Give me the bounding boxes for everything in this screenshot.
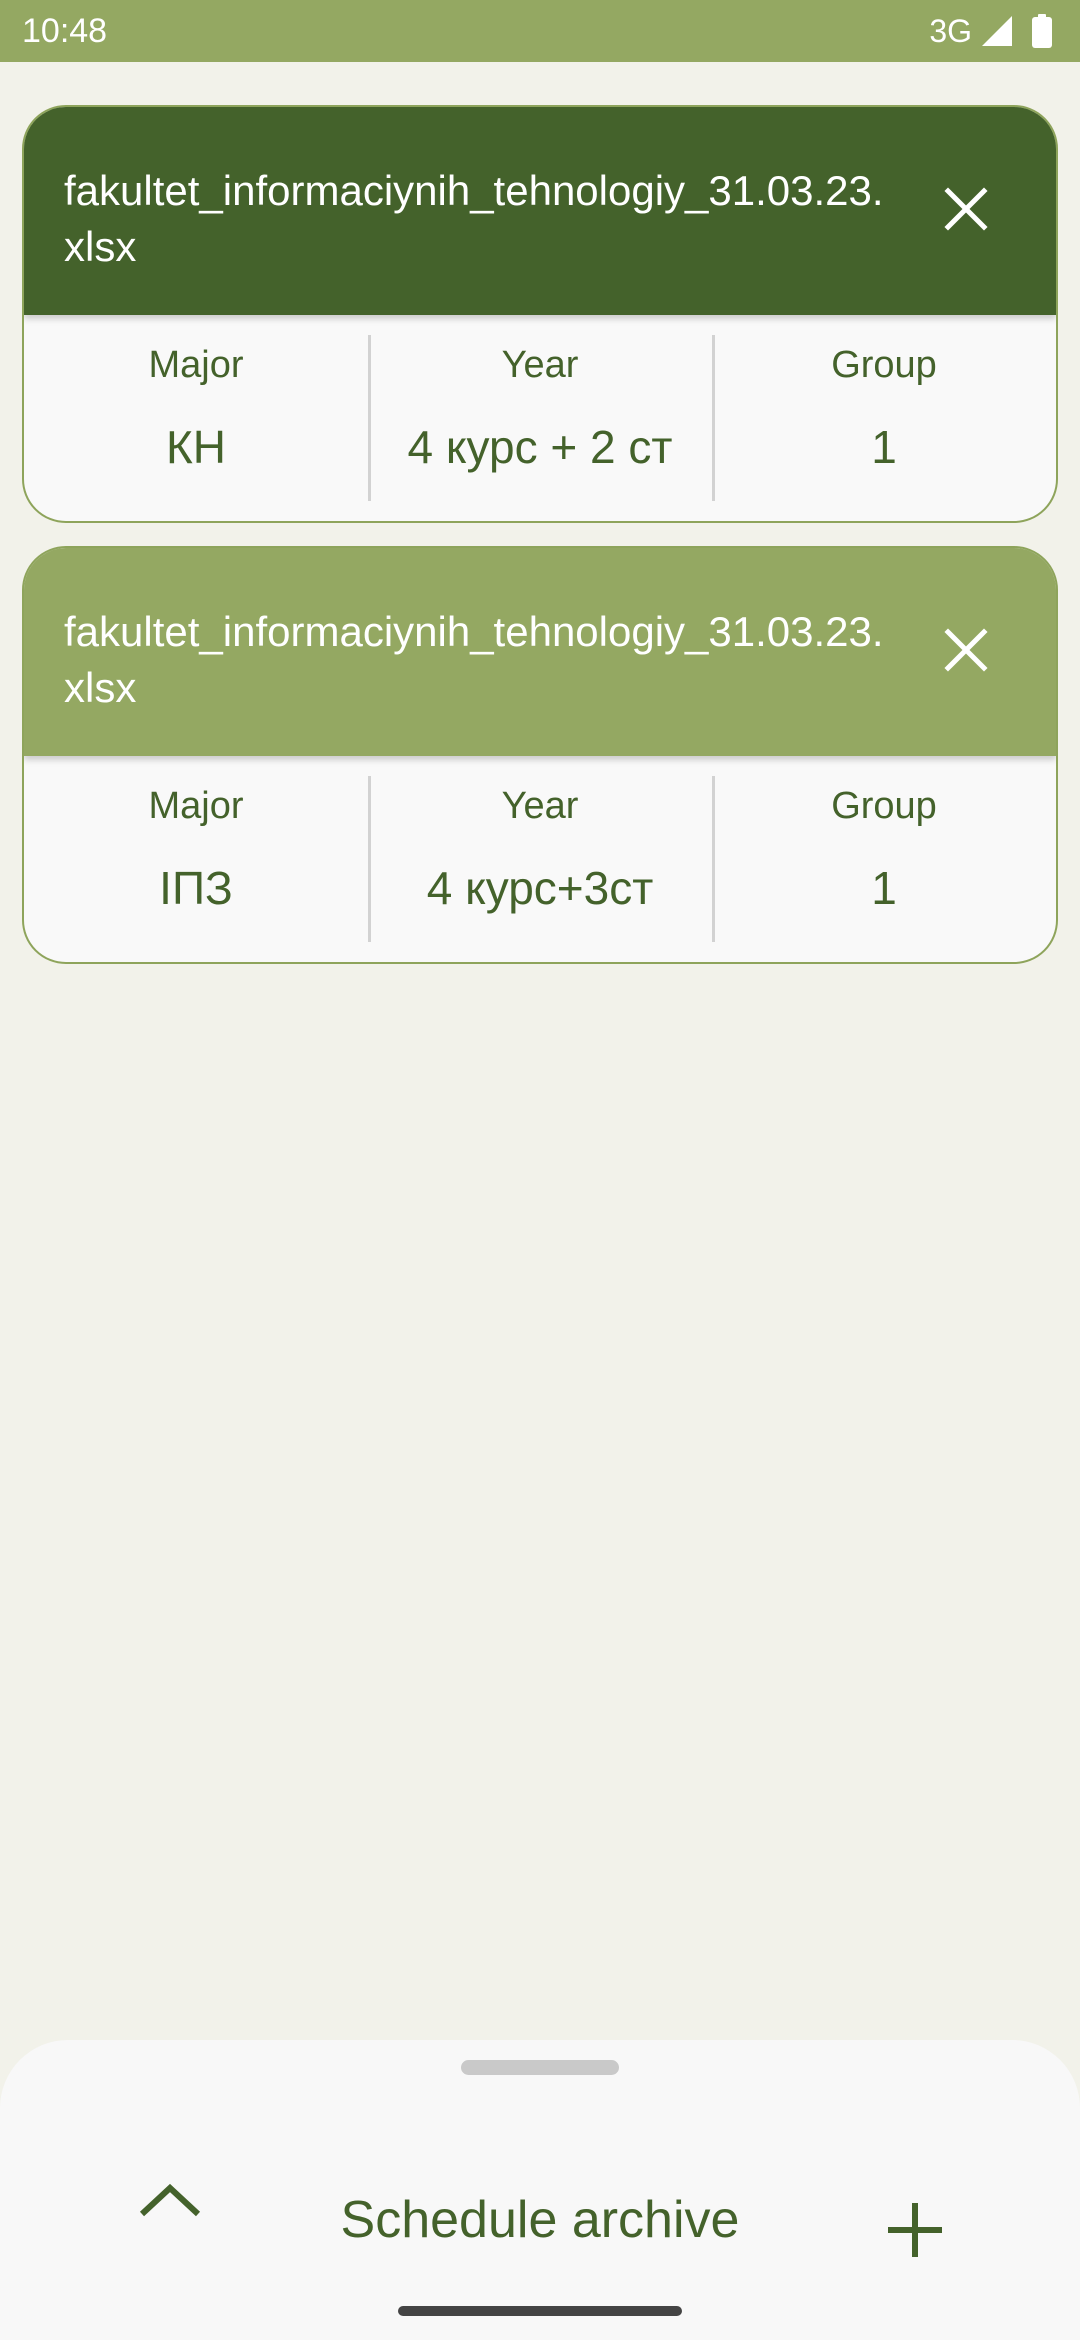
major-label: Major [148,344,244,386]
close-icon [944,628,988,672]
card-body: Major ІПЗ Year 4 курс+3ст Group 1 [24,756,1056,962]
file-name: fakultet_informaciynih_tehnologiy_31.03.… [64,608,884,711]
year-label: Year [501,785,579,827]
group-value: 1 [871,421,897,473]
bottom-sheet: Schedule archive [0,2040,1080,2340]
sheet-title: Schedule archive [340,2191,740,2249]
year-column: Year 4 курс + 2 ст [368,315,712,521]
plus-icon [888,2203,942,2257]
group-value: 1 [871,862,897,914]
close-button[interactable] [936,620,996,680]
year-label: Year [501,344,579,386]
major-value: ІПЗ [159,862,233,914]
card-body: Major КН Year 4 курс + 2 ст Group 1 [24,315,1056,521]
major-value: КН [165,421,226,473]
year-value: 4 курс+3ст [426,862,654,914]
status-bar: 10:48 3G [0,0,1080,62]
close-button[interactable] [936,179,996,239]
group-column: Group 1 [712,756,1056,962]
signal-icon [982,16,1012,46]
group-label: Group [831,785,937,827]
battery-icon [1032,14,1052,48]
major-column: Major ІПЗ [24,756,368,962]
network-type: 3G [929,13,972,49]
major-label: Major [148,785,244,827]
drag-handle[interactable] [461,2060,619,2075]
close-icon [944,187,988,231]
add-button[interactable] [875,2190,955,2270]
card-header: fakultet_informaciynih_tehnologiy_31.03.… [24,107,1056,315]
chevron-up-icon [139,2183,201,2217]
gesture-nav-bar[interactable] [398,2306,682,2316]
file-name: fakultet_informaciynih_tehnologiy_31.03.… [64,167,884,270]
expand-button[interactable] [130,2160,210,2240]
card-header: fakultet_informaciynih_tehnologiy_31.03.… [24,548,1056,756]
year-column: Year 4 курс+3ст [368,756,712,962]
status-indicators: 3G [929,12,1052,50]
group-column: Group 1 [712,315,1056,521]
status-time: 10:48 [22,12,108,50]
schedule-file-card[interactable]: fakultet_informaciynih_tehnologiy_31.03.… [22,105,1058,523]
major-column: Major КН [24,315,368,521]
schedule-file-card[interactable]: fakultet_informaciynih_tehnologiy_31.03.… [22,546,1058,964]
year-value: 4 курс + 2 ст [407,421,673,473]
group-label: Group [831,344,937,386]
